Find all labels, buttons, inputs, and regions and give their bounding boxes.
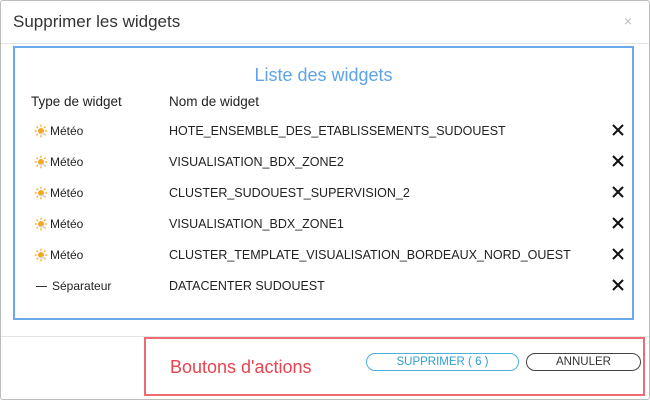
remove-widget-icon[interactable] xyxy=(611,123,625,137)
weather-sun-icon xyxy=(34,155,48,169)
widget-name-label: HOTE_ENSEMBLE_DES_ETABLISSEMENTS_SUDOUES… xyxy=(169,124,506,138)
widget-type-cell: Météo xyxy=(34,116,83,146)
widget-type-label: Météo xyxy=(50,155,84,169)
widget-type-label: Séparateur xyxy=(52,279,112,293)
widget-type-cell: Météo xyxy=(34,178,83,208)
widget-type-label: Météo xyxy=(50,217,84,231)
remove-widget-icon[interactable] xyxy=(611,247,625,261)
widget-type-label: Météo xyxy=(50,248,84,262)
widget-row: Météo VISUALISATION_BDX_ZONE2 xyxy=(15,147,632,177)
weather-sun-icon xyxy=(34,217,48,231)
widget-name-label: DATACENTER SUDOUEST xyxy=(169,279,325,293)
close-icon[interactable]: × xyxy=(624,13,632,29)
column-header-name: Nom de widget xyxy=(169,94,260,109)
widget-type-label: Météo xyxy=(50,124,84,138)
widget-row: Météo CLUSTER_SUDOUEST_SUPERVISION_2 xyxy=(15,178,632,208)
widget-type-cell: Météo xyxy=(34,147,83,177)
widget-type-cell: Séparateur xyxy=(34,271,111,301)
widget-row: Météo CLUSTER_TEMPLATE_VISUALISATION_BORD… xyxy=(15,240,632,270)
remove-widget-icon[interactable] xyxy=(611,278,625,292)
widget-type-cell: Météo xyxy=(34,240,83,270)
widget-type-label: Météo xyxy=(50,186,84,200)
dialog-header: Supprimer les widgets × xyxy=(1,1,649,44)
dialog-title: Supprimer les widgets xyxy=(13,12,181,31)
remove-widget-icon[interactable] xyxy=(611,216,625,230)
widget-name-label: VISUALISATION_BDX_ZONE1 xyxy=(169,217,344,231)
delete-widgets-dialog: Supprimer les widgets × Liste des widget… xyxy=(0,0,650,400)
action-buttons-panel: Boutons d'actions SUPPRIMER ( 6 ) ANNULE… xyxy=(144,337,645,396)
weather-sun-icon xyxy=(34,186,48,200)
widget-row: Séparateur DATACENTER SUDOUEST xyxy=(15,271,632,301)
widget-name-label: VISUALISATION_BDX_ZONE2 xyxy=(169,155,344,169)
separator-dash-icon xyxy=(36,285,47,287)
weather-sun-icon xyxy=(34,124,48,138)
remove-widget-icon[interactable] xyxy=(611,185,625,199)
remove-widget-icon[interactable] xyxy=(611,154,625,168)
widget-type-cell: Météo xyxy=(34,209,83,239)
widget-row: Météo VISUALISATION_BDX_ZONE1 xyxy=(15,209,632,239)
widget-name-label: CLUSTER_SUDOUEST_SUPERVISION_2 xyxy=(169,186,410,200)
delete-button[interactable]: SUPPRIMER ( 6 ) xyxy=(366,353,519,371)
widget-list-title: Liste des widgets xyxy=(254,65,393,85)
cancel-button[interactable]: ANNULER xyxy=(526,353,641,371)
widget-row: Météo HOTE_ENSEMBLE_DES_ETABLISSEMENTS_SU… xyxy=(15,116,632,146)
widget-list-panel: Liste des widgets Type de widget Nom de … xyxy=(13,46,634,320)
column-header-type: Type de widget xyxy=(31,94,122,109)
weather-sun-icon xyxy=(34,248,48,262)
widget-name-label: CLUSTER_TEMPLATE_VISUALISATION_BORDEAUX_… xyxy=(169,248,571,262)
action-buttons-label: Boutons d'actions xyxy=(170,357,312,377)
